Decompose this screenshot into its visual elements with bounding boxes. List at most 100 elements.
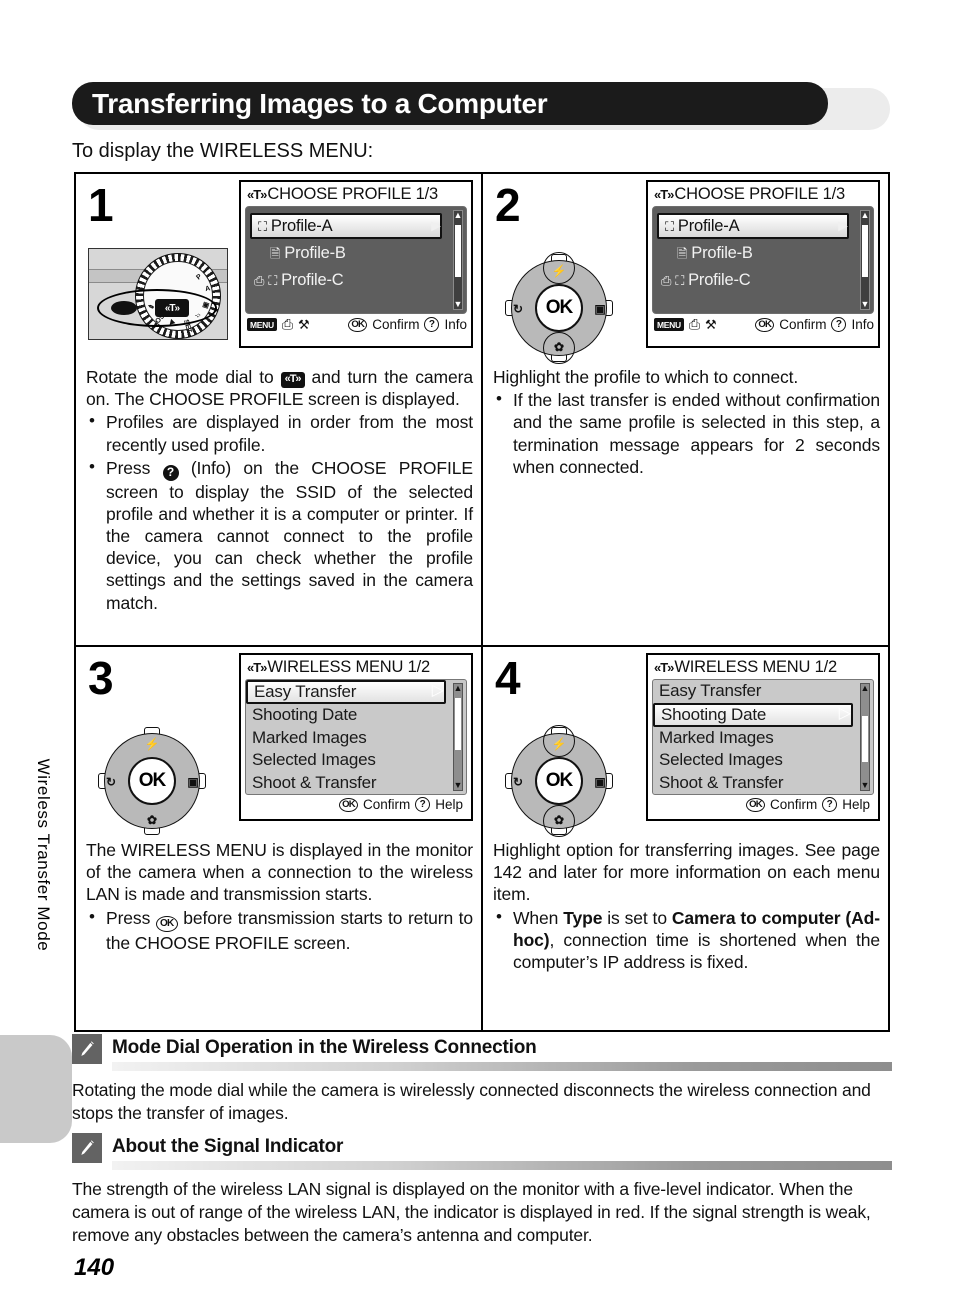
- note-mode-dial: Mode Dial Operation in the Wireless Conn…: [72, 1034, 892, 1125]
- scroll-down-arrow-icon[interactable]: ▼: [861, 300, 870, 309]
- list-item-label: Easy Transfer: [254, 682, 357, 701]
- step-body-1: Rotate the mode dial to «T» and turn the…: [86, 366, 473, 614]
- list-item[interactable]: Easy Transfer: [653, 680, 873, 703]
- step-number-2: 2: [495, 179, 521, 231]
- mode-dial-index-dot: [111, 301, 137, 315]
- scroll-down-arrow-icon[interactable]: ▼: [454, 300, 463, 309]
- self-timer-icon[interactable]: ↻: [100, 771, 122, 793]
- scroll-up-arrow-icon[interactable]: ▲: [861, 684, 870, 693]
- chevron-right-icon: ►: [428, 218, 444, 235]
- printer-icon: ⎙: [688, 316, 701, 332]
- list-item[interactable]: Selected Images: [246, 749, 466, 772]
- scrollbar-thumb[interactable]: [455, 698, 461, 750]
- chapter-side-label: Wireless Transfer Mode: [34, 758, 53, 952]
- exposure-compensation-icon[interactable]: ▣: [589, 298, 611, 320]
- list-item[interactable]: ⛶ Profile-A: [657, 213, 849, 239]
- ok-button-icon[interactable]: OK: [745, 797, 765, 812]
- list-item[interactable]: ⎙ ⛶ Profile-C: [653, 267, 873, 294]
- scroll-up-arrow-icon[interactable]: ▲: [454, 211, 463, 220]
- menu-button-icon[interactable]: MENU: [654, 318, 684, 331]
- step-number-1: 1: [88, 179, 114, 231]
- question-info-icon[interactable]: ?: [831, 317, 847, 332]
- list-item[interactable]: Shooting Date: [246, 704, 466, 727]
- macro-flower-icon[interactable]: ✿: [547, 336, 571, 358]
- flash-icon[interactable]: ⚡: [547, 733, 571, 755]
- scrollbar[interactable]: ▲ ▼: [860, 210, 870, 310]
- list-item[interactable]: 🗎 Profile-B: [246, 240, 466, 267]
- ok-button-icon[interactable]: OK: [338, 797, 358, 812]
- lcd-footer-2: MENU ⎙ ⚒ OK Confirm ? Info: [652, 316, 874, 333]
- scroll-down-arrow-icon[interactable]: ▼: [454, 781, 463, 790]
- setup-wrench-icon: ⚒: [298, 316, 310, 332]
- list-item[interactable]: 🗎 Profile-B: [653, 240, 873, 267]
- scrollbar-thumb[interactable]: [862, 716, 868, 762]
- flash-icon[interactable]: ⚡: [547, 260, 571, 282]
- list-item-label: Shooting Date: [661, 704, 767, 724]
- wireless-mode-icon: «T»: [280, 372, 305, 388]
- scroll-up-arrow-icon[interactable]: ▲: [454, 684, 463, 693]
- ok-button[interactable]: OK: [535, 284, 583, 332]
- menu-button-icon[interactable]: MENU: [247, 318, 277, 331]
- step-number-4: 4: [495, 652, 521, 704]
- scrollbar[interactable]: ▲ ▼: [453, 210, 463, 310]
- self-timer-icon[interactable]: ↻: [507, 771, 529, 793]
- pencil-note-icon: [72, 1133, 102, 1163]
- lcd-menu-list-3: Easy Transfer ▷ Shooting Date Marked Ima…: [245, 679, 467, 795]
- ok-button-icon[interactable]: OK: [755, 317, 775, 332]
- flash-icon[interactable]: ⚡: [140, 733, 164, 755]
- title-bar-fill: Transferring Images to a Computer: [72, 82, 828, 125]
- list-item-label: Shoot & Transfer: [659, 772, 784, 792]
- question-info-icon[interactable]: ?: [424, 317, 440, 332]
- list-item-label: Shoot & Transfer: [252, 772, 377, 792]
- list-item-label: Selected Images: [659, 750, 783, 770]
- scrollbar[interactable]: ▲ ▼: [860, 683, 870, 791]
- setup-wrench-icon: ⚒: [705, 316, 717, 332]
- question-info-icon[interactable]: ?: [415, 797, 431, 812]
- list-item[interactable]: Marked Images: [653, 727, 873, 750]
- help-action-label: Info: [444, 317, 467, 332]
- list-item: Profiles are displayed in order from the…: [86, 410, 473, 455]
- exposure-compensation-icon[interactable]: ▣: [589, 771, 611, 793]
- macro-flower-icon[interactable]: ✿: [547, 809, 571, 831]
- steps-grid: 1 P A ▣ ♫ SET ⛰ SO ✎ «T» «T»CHOOSE PROFI…: [74, 172, 892, 1034]
- multi-selector-illustration-3: ⚡ ✿ ↻ ▣ OK: [98, 727, 206, 835]
- lcd-title-1: «T»CHOOSE PROFILE 1/3: [247, 185, 439, 203]
- ok-action-label: Confirm: [769, 797, 818, 812]
- list-item[interactable]: Shoot & Transfer: [246, 772, 466, 795]
- multi-selector-illustration-2: ⚡ ✿ ↻ ▣ OK: [505, 252, 613, 364]
- scrollbar-thumb[interactable]: [862, 225, 868, 277]
- macro-flower-icon[interactable]: ✿: [140, 809, 164, 831]
- lcd-menu-list-2: ⛶ Profile-A ► 🗎 Profile-B ⎙ ⛶ Profile-C …: [652, 206, 874, 314]
- step-lead: The WIRELESS MENU is displayed in the mo…: [86, 840, 473, 905]
- intro-text: To display the WIRELESS MENU:: [72, 140, 374, 162]
- scroll-up-arrow-icon[interactable]: ▲: [861, 211, 870, 220]
- self-timer-icon[interactable]: ↻: [507, 298, 529, 320]
- ok-button[interactable]: OK: [535, 757, 583, 805]
- ok-button-icon[interactable]: OK: [348, 317, 368, 332]
- lcd-title-4: «T»WIRELESS MENU 1/2: [654, 658, 837, 676]
- scroll-down-arrow-icon[interactable]: ▼: [861, 781, 870, 790]
- note-signal-indicator: About the Signal Indicator The strength …: [72, 1133, 892, 1246]
- list-item[interactable]: Shooting Date: [653, 702, 853, 727]
- mode-dial-illustration: P A ▣ ♫ SET ⛰ SO ✎ «T»: [88, 248, 228, 340]
- question-info-icon[interactable]: ?: [822, 797, 838, 812]
- ok-button-icon: OK: [155, 916, 178, 932]
- list-item[interactable]: Marked Images: [246, 727, 466, 750]
- list-item: Press OK before transmission starts to r…: [86, 906, 473, 955]
- list-item-label: Profile-A: [270, 216, 333, 235]
- list-item[interactable]: ⛶ Profile-A: [250, 213, 442, 239]
- exposure-compensation-icon[interactable]: ▣: [182, 771, 204, 793]
- list-item[interactable]: ⎙ ⛶ Profile-C: [246, 267, 466, 294]
- list-item-label: Marked Images: [252, 727, 367, 747]
- list-item[interactable]: Shoot & Transfer: [653, 772, 873, 795]
- page-number: 140: [74, 1254, 115, 1281]
- ok-button[interactable]: OK: [128, 757, 176, 805]
- list-item[interactable]: Selected Images: [653, 749, 873, 772]
- computer-icon: ⛶: [675, 273, 685, 288]
- scrollbar[interactable]: ▲ ▼: [453, 683, 463, 791]
- lcd-title-3: «T»WIRELESS MENU 1/2: [247, 658, 430, 676]
- step-number-3: 3: [88, 652, 114, 704]
- list-item[interactable]: Easy Transfer: [246, 680, 446, 704]
- printer-icon: ⎙: [281, 316, 294, 332]
- scrollbar-thumb[interactable]: [455, 225, 461, 277]
